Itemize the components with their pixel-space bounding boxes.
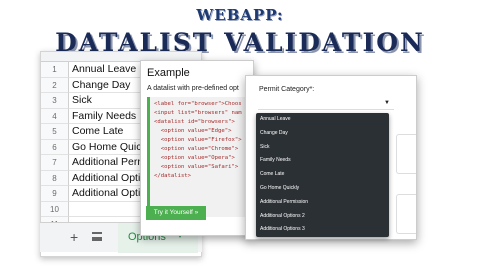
row-number[interactable]: 10 [41,201,69,217]
dropdown-option[interactable]: Change Day [256,127,389,141]
dropdown-option[interactable]: Sick [256,141,389,155]
code-line: <option value="Firefox"> [154,137,242,143]
dropdown-option[interactable]: Family Needs [256,154,389,168]
permit-category-dropdown: Annual Leave Change Day Sick Family Needs Co… [256,113,389,237]
code-line: <option value="Opera"> [154,155,235,161]
row-number[interactable]: 6 [41,139,69,155]
row-number[interactable]: 9 [41,186,69,202]
code-line: <option value="Edge"> [154,128,232,134]
code-line: <datalist id="browsers"> [154,119,235,125]
dropdown-option[interactable]: Additional Permission [256,196,389,210]
code-line: </datalist> [154,173,192,179]
permit-category-select[interactable]: ▼ [258,96,394,110]
example-description: A datalist with pre-defined opt [147,85,239,92]
example-panel: Example A datalist with pre-defined opt … [140,60,254,236]
dropdown-option[interactable]: Annual Leave [256,113,389,127]
row-number[interactable]: 7 [41,155,69,171]
code-line: <option value="Chrome"> [154,146,239,152]
row-number[interactable]: 5 [41,124,69,140]
dropdown-option[interactable]: Come Late [256,168,389,182]
dropdown-option[interactable]: Go Home Quickly [256,182,389,196]
row-number[interactable]: 8 [41,170,69,186]
add-sheet-icon[interactable]: + [70,229,78,245]
code-line: <option value="Safari"> [154,164,239,170]
card-edge [396,194,416,234]
example-title: Example [147,67,190,79]
dropdown-caret-icon[interactable]: ▼ [384,100,390,106]
card-edge [396,134,416,174]
code-line: <label for="browser">Choos [154,101,242,107]
row-number[interactable]: 3 [41,93,69,109]
row-number[interactable]: 4 [41,108,69,124]
row-number[interactable]: 2 [41,77,69,93]
code-block: <label for="browser">Choos <input list="b… [147,97,253,217]
row-number[interactable]: 1 [41,62,69,78]
dropdown-option[interactable]: Additional Options 2 [256,210,389,224]
row-numbers: 123456789101112 [41,62,69,248]
permit-category-label: Permit Category*: [259,86,315,93]
try-it-yourself-button[interactable]: Try it Yourself » [146,206,206,220]
code-line: <input list="browsers" nam [154,110,242,116]
all-sheets-menu-icon[interactable] [92,232,102,241]
title-line-1: WEBAPP: [196,6,284,24]
dropdown-option[interactable]: Additional Options 3 [256,223,389,237]
